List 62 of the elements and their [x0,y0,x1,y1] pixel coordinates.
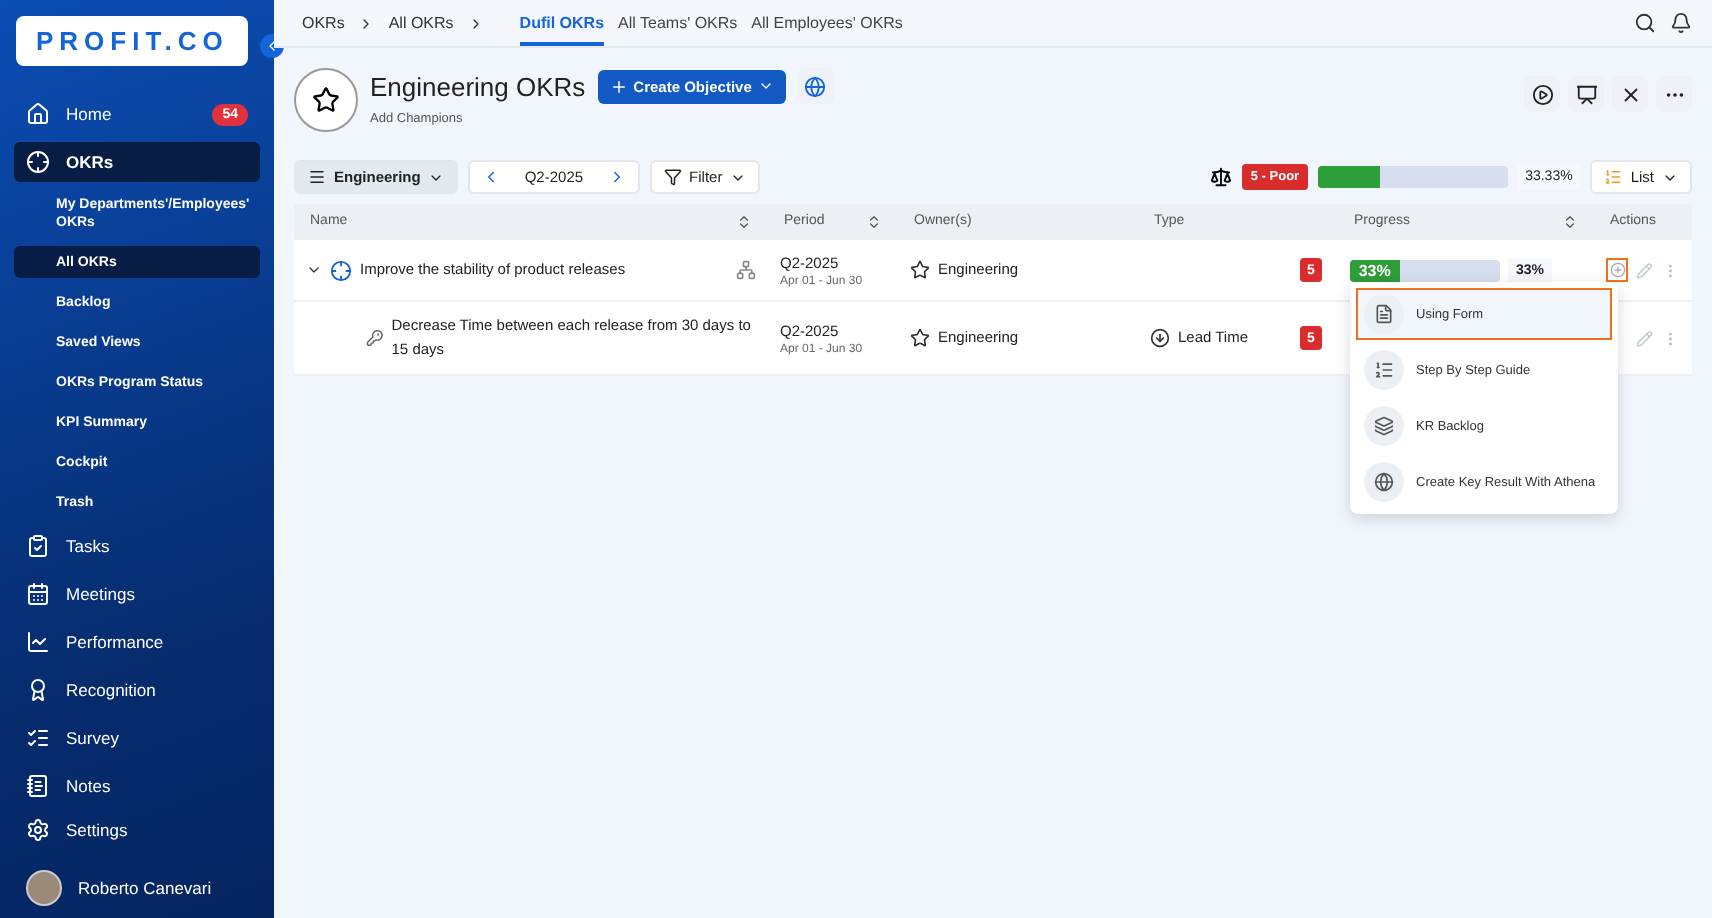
avatar [26,870,62,906]
objective-icon [330,259,352,281]
filter-icon [663,168,682,186]
list-icon [1364,350,1404,390]
clipboard-icon [26,534,50,558]
nav-item[interactable]: Performance [14,622,260,662]
more-button[interactable] [1656,76,1692,112]
arrow-down-icon [1150,328,1170,348]
tab[interactable]: All Employees' OKRs [751,1,903,45]
nav-item[interactable]: Recognition [14,670,260,710]
collapse-icon [1619,83,1641,105]
nav-item[interactable]: OKRs [14,142,260,182]
nav-item[interactable]: Settings [14,810,260,850]
tab[interactable]: All Teams' OKRs [618,1,738,45]
calendar-icon [26,582,50,606]
alignment-icon [736,260,756,280]
settings-icon [26,818,50,842]
tab[interactable]: Dufil OKRs [519,1,605,45]
presentation-icon [1575,83,1597,105]
breadcrumb[interactable]: All OKRs [388,14,454,32]
list-icon [1604,168,1623,186]
bell-icon[interactable] [1670,12,1692,34]
presentation-button[interactable] [1568,76,1604,112]
sort-icon[interactable] [1562,213,1578,229]
globe-icon [804,75,827,97]
target-icon [26,150,50,174]
document-icon [1364,294,1404,334]
nav-item[interactable]: Tasks [14,526,260,566]
progress-fill: 33% [1350,259,1400,281]
globe-icon [1364,462,1404,502]
play-button[interactable] [1524,76,1560,112]
expand-toggle[interactable] [306,262,322,278]
collapse-button[interactable] [1612,76,1648,112]
plus-icon [609,77,628,95]
search-icon[interactable] [1634,12,1656,34]
play-icon [1531,83,1553,105]
key-result-icon [366,328,384,348]
owner-icon [910,328,930,348]
scale-icon [1210,166,1233,188]
logo: PROFIT.CO [16,16,249,66]
page-title: Engineering OKRs [370,71,586,101]
user-name[interactable]: Roberto Canevari [78,878,212,898]
notes-icon [26,774,50,798]
home-icon [26,102,50,126]
add-button[interactable] [1606,258,1629,282]
layers-icon [1364,406,1404,446]
star-icon [312,86,340,114]
owner-icon [910,260,930,280]
caret-icon [757,78,774,94]
star-button[interactable] [294,68,358,132]
menu-icon [308,168,326,186]
nav-item[interactable]: Meetings [14,574,260,614]
breadcrumb[interactable]: OKRs [302,14,345,32]
checklist-icon [26,726,50,750]
sort-icon[interactable] [736,213,752,229]
globe-button[interactable] [797,68,834,104]
award-icon [26,678,50,702]
nav-item[interactable]: Notes [14,766,260,806]
sort-icon[interactable] [866,213,882,229]
nav-item[interactable]: Survey [14,718,260,758]
plus-icon [1609,262,1626,278]
chart-icon [26,630,50,654]
